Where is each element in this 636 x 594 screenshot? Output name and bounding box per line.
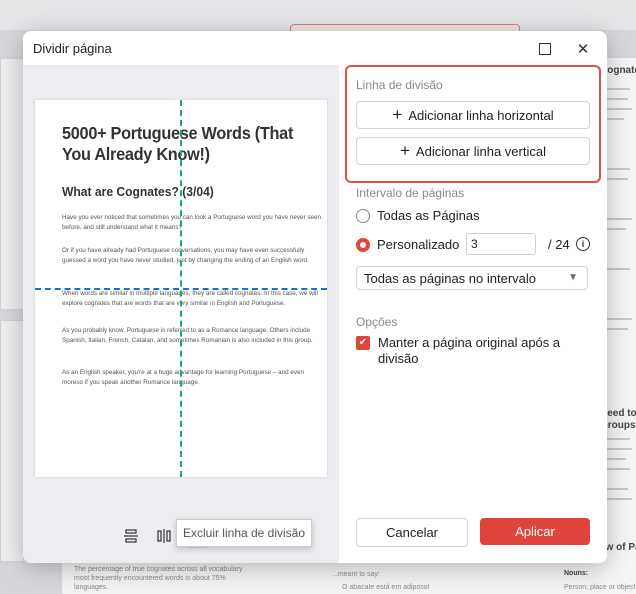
dialog-title: Dividir página <box>33 41 112 56</box>
maximize-icon <box>539 43 551 55</box>
plus-icon: + <box>399 140 410 160</box>
custom-range-input[interactable] <box>466 233 536 255</box>
custom-range-label: Personalizado <box>377 237 460 252</box>
page-preview: 5000+ Portuguese Words (That You Already… <box>35 100 327 477</box>
split-horizontal-button[interactable] <box>119 524 143 548</box>
chevron-down-icon: ▼ <box>568 272 578 283</box>
add-vertical-label: Adicionar linha vertical <box>415 143 546 159</box>
close-icon: ✕ <box>576 40 590 58</box>
all-pages-radio[interactable]: Todas as Páginas <box>356 208 480 223</box>
split-vertical-icon <box>157 529 171 543</box>
all-pages-label: Todas as Páginas <box>377 208 480 223</box>
custom-range-radio[interactable]: Personalizado <box>356 237 459 252</box>
preview-paragraph: As you probably know, Portuguese is refe… <box>62 327 313 344</box>
preview-paragraph: When words are similar in multiple langu… <box>62 290 318 307</box>
split-page-dialog: Dividir página ✕ 5000+ Portuguese Words … <box>23 31 607 563</box>
add-horizontal-label: Adicionar linha horizontal <box>408 107 554 123</box>
split-vertical-button[interactable] <box>152 524 176 548</box>
close-button[interactable]: ✕ <box>571 38 595 60</box>
options-label: Opções <box>356 315 398 329</box>
settings-pane: Linha de divisão + Adicionar linha horiz… <box>339 65 607 563</box>
preview-subheading: What are Cognates? (3/04) <box>62 184 214 199</box>
split-horizontal-icon <box>124 529 138 543</box>
preview-paragraph: As an English speaker, you're at a huge … <box>62 369 305 386</box>
delete-line-tooltip: Excluir linha de divisão <box>176 519 312 547</box>
split-line-label: Linha de divisão <box>356 78 443 92</box>
plus-icon: + <box>392 104 403 124</box>
preview-paragraph: Have you ever noticed that sometimes you… <box>62 214 322 231</box>
preview-pane: 5000+ Portuguese Words (That You Already… <box>23 65 339 563</box>
apply-button[interactable]: Aplicar <box>480 518 590 545</box>
dialog-titlebar: Dividir página ✕ <box>23 31 607 65</box>
keep-original-label: Manter a página original após a divisão <box>378 335 561 366</box>
page-subset-select[interactable]: Todas as páginas no intervalo ▼ <box>356 266 588 290</box>
radio-unchecked-icon <box>356 208 370 223</box>
keep-original-checkbox[interactable]: ✔ Manter a página original após a divisã… <box>356 335 588 367</box>
checkmark-icon: ✔ <box>356 336 370 350</box>
add-horizontal-line-button[interactable]: + Adicionar linha horizontal <box>356 101 590 129</box>
maximize-button[interactable] <box>533 38 557 60</box>
vertical-split-line[interactable] <box>180 100 182 477</box>
background-thumbnail <box>0 320 24 562</box>
info-icon[interactable]: i <box>576 237 590 251</box>
add-vertical-line-button[interactable]: + Adicionar linha vertical <box>356 137 590 165</box>
preview-paragraph: Or if you have already had Portuguese co… <box>62 247 309 264</box>
page-subset-value: Todas as páginas no intervalo <box>364 270 537 286</box>
cancel-button[interactable]: Cancelar <box>356 518 468 547</box>
page-range-label: Intervalo de páginas <box>356 186 465 200</box>
page-total: / 24 <box>548 237 570 252</box>
preview-heading: 5000+ Portuguese Words (That You Already… <box>62 123 294 164</box>
background-document: The percentage of true cognates across a… <box>62 558 636 594</box>
radio-checked-icon <box>356 237 370 252</box>
background-thumbnail <box>0 58 24 310</box>
